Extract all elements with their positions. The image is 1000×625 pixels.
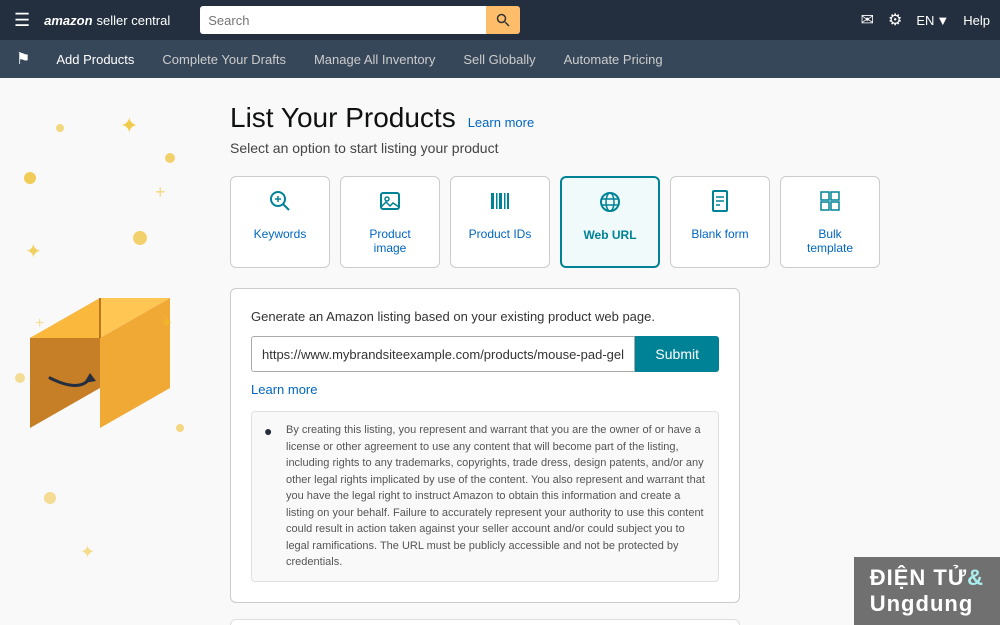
tab-web-url-label: Web URL — [583, 228, 636, 242]
hamburger-icon[interactable]: ☰ — [10, 6, 34, 35]
page-title: List Your Products — [230, 102, 456, 134]
language-selector[interactable]: EN ▼ — [916, 13, 949, 28]
legal-box: ● By creating this listing, you represen… — [251, 411, 719, 582]
mail-icon[interactable]: ✉ — [861, 10, 874, 30]
tab-keywords[interactable]: Keywords — [230, 176, 330, 268]
bottom-banner: Complete your listings You have unfinish… — [230, 619, 740, 625]
settings-icon[interactable]: ⚙ — [888, 10, 902, 30]
svg-text:✦: ✦ — [160, 315, 173, 332]
search-container — [200, 6, 520, 34]
url-input-row: Submit — [251, 336, 719, 372]
nav-automate-pricing[interactable]: Automate Pricing — [550, 40, 677, 78]
keywords-icon — [268, 189, 292, 219]
submit-button[interactable]: Submit — [635, 336, 719, 372]
main-content: ✦ ✦ ✦ ✦ + + List Your Products Learn mor… — [0, 78, 1000, 625]
top-navigation: ☰ amazon seller central ✉ ⚙ EN ▼ Help — [0, 0, 1000, 40]
svg-text:✦: ✦ — [120, 113, 138, 138]
tab-blank-form-label: Blank form — [691, 227, 748, 241]
nav-add-products[interactable]: Add Products — [42, 40, 148, 78]
search-input[interactable] — [200, 6, 486, 34]
secondary-navigation: ⚑ Add Products Complete Your Drafts Mana… — [0, 40, 1000, 78]
search-button[interactable] — [486, 6, 520, 34]
tab-product-image[interactable]: Product image — [340, 176, 440, 268]
page-subtitle: Select an option to start listing your p… — [230, 140, 960, 156]
tab-bulk-template[interactable]: Bulk template — [780, 176, 880, 268]
decoration-svg: ✦ ✦ ✦ ✦ + + — [0, 78, 210, 625]
logo-area: amazon seller central — [44, 13, 170, 28]
tab-product-ids[interactable]: Product IDs — [450, 176, 550, 268]
svg-text:✦: ✦ — [80, 542, 95, 562]
info-icon: ● — [264, 423, 278, 439]
content-area: List Your Products Learn more Select an … — [210, 78, 1000, 625]
tab-keywords-label: Keywords — [254, 227, 307, 241]
svg-text:✦: ✦ — [25, 241, 42, 263]
search-icon — [496, 13, 510, 27]
tab-product-image-label: Product image — [357, 227, 423, 255]
url-input[interactable] — [251, 336, 635, 372]
card-instruction: Generate an Amazon listing based on your… — [251, 309, 719, 324]
product-image-icon — [378, 189, 402, 219]
tab-blank-form[interactable]: Blank form — [670, 176, 770, 268]
svg-text:+: + — [155, 182, 166, 202]
tab-bulk-template-label: Bulk template — [797, 227, 863, 255]
bulk-template-icon — [818, 189, 842, 219]
nav-right: ✉ ⚙ EN ▼ Help — [861, 10, 990, 30]
blank-form-icon — [708, 189, 732, 219]
tab-product-ids-label: Product IDs — [469, 227, 532, 241]
legal-text: By creating this listing, you represent … — [286, 422, 706, 571]
nav-complete-drafts[interactable]: Complete Your Drafts — [148, 40, 300, 78]
web-url-icon — [598, 190, 622, 220]
tab-web-url[interactable]: Web URL — [560, 176, 660, 268]
learn-more-link-title[interactable]: Learn more — [468, 115, 534, 130]
web-url-card: Generate an Amazon listing based on your… — [230, 288, 740, 603]
amazon-logo: amazon — [44, 13, 92, 28]
learn-more-card-link[interactable]: Learn more — [251, 382, 719, 397]
help-button[interactable]: Help — [963, 13, 990, 28]
bookmark-icon: ⚑ — [16, 49, 30, 69]
left-decoration: ✦ ✦ ✦ ✦ + + — [0, 78, 210, 625]
nav-manage-inventory[interactable]: Manage All Inventory — [300, 40, 449, 78]
svg-text:+: + — [35, 315, 44, 332]
seller-central-label: seller central — [97, 13, 171, 28]
nav-sell-globally[interactable]: Sell Globally — [449, 40, 549, 78]
page-title-row: List Your Products Learn more — [230, 102, 960, 134]
option-tabs: Keywords Product image Product IDs Web U… — [230, 176, 960, 268]
product-ids-icon — [488, 189, 512, 219]
